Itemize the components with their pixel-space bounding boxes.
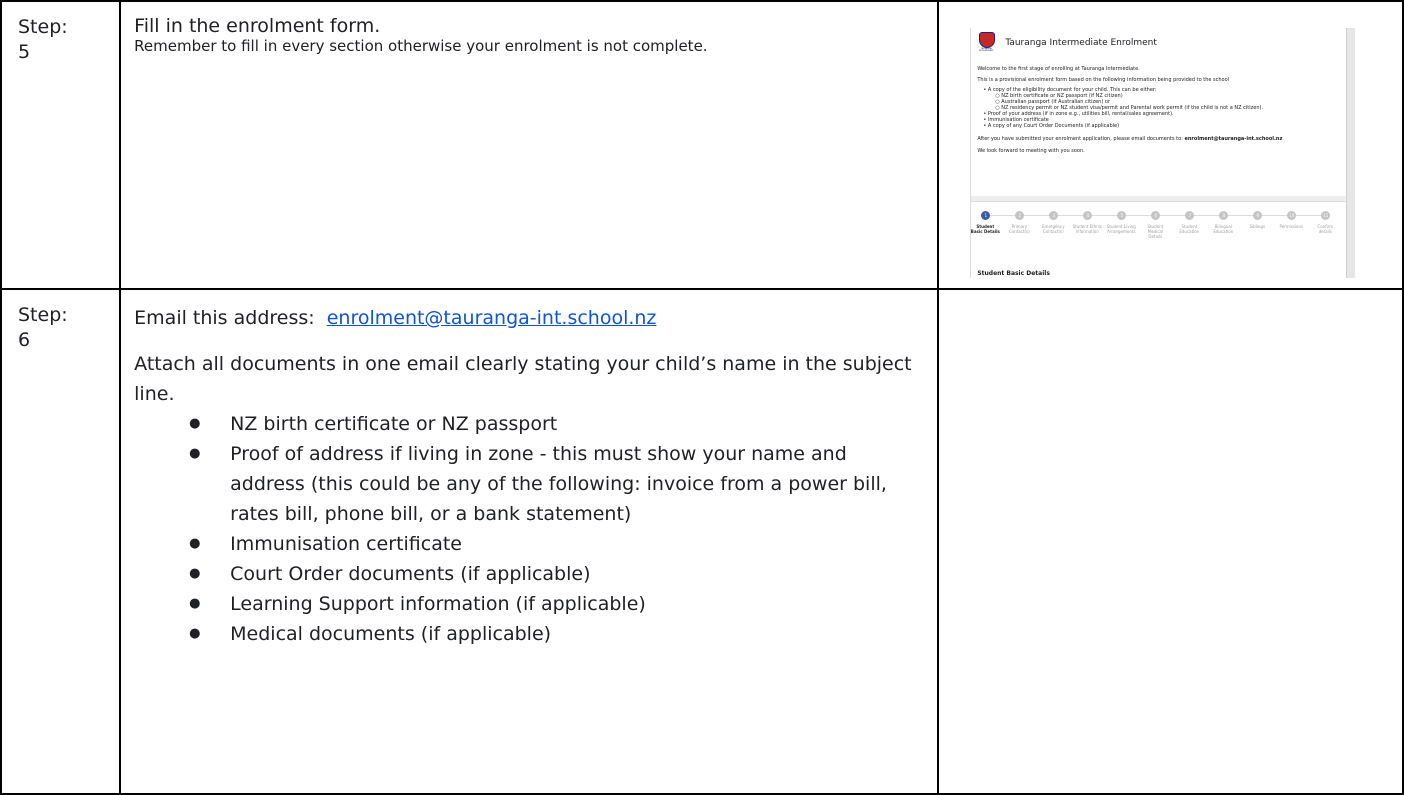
stepper-step-label[interactable]: Student Education: [1174, 224, 1204, 234]
intro-line: We look forward to meeting with you soon…: [977, 148, 1085, 154]
stepper-step-number[interactable]: 2: [1015, 211, 1025, 220]
stepper-step-number[interactable]: 3: [1049, 211, 1059, 220]
step-5-subtext: Remember to fill in every section otherw…: [134, 37, 708, 55]
stepper-step-number[interactable]: 1: [981, 211, 991, 220]
stepper-step-number[interactable]: 11: [1321, 211, 1331, 220]
stepper-step-label[interactable]: Siblings: [1242, 224, 1272, 229]
stepper-step-number[interactable]: 6: [1151, 211, 1161, 220]
stepper-step-number[interactable]: 4: [1083, 211, 1093, 220]
list-item: ● Learning Support information (if applic…: [134, 589, 927, 619]
stepper-step-label[interactable]: Student Ethnic Information: [1072, 224, 1103, 234]
list-item: ● Immunisation certificate: [134, 529, 927, 559]
bullet-icon: ●: [189, 416, 201, 431]
stepper-step-label[interactable]: Student Medical Details: [1140, 224, 1170, 239]
bullet-icon: ●: [189, 446, 201, 461]
instructions-table: Step: 5 Fill in the enrolment form. Reme…: [0, 0, 1404, 795]
section-title: Student Basic Details: [977, 270, 1050, 277]
stepper-step-label[interactable]: Emergency Contact(s): [1038, 224, 1068, 234]
list-item: ● Court Order documents (if applicable): [134, 559, 927, 589]
stepper-step-label[interactable]: Permissions: [1276, 224, 1306, 229]
intro-email: enrolment@tauranga-int.school.nz: [1184, 136, 1283, 142]
stepper-step-label[interactable]: Bilingual Education: [1208, 224, 1238, 234]
stepper-step-label[interactable]: Student Basic Details: [971, 224, 1000, 234]
intro-line: After you have submitted your enrolment …: [977, 136, 1282, 142]
step-5-label: Step: 5: [18, 16, 68, 63]
enrolment-form-screenshot: TAURANGA INTERMEDIATE Tauranga Intermedi…: [970, 28, 1356, 278]
list-item: ● Proof of address if living in zone - th…: [134, 439, 927, 529]
form-stepper-card: 1 Student Basic Details 2 Primary Contact(s…: [971, 201, 1348, 278]
list-item: ● Medical documents (if applicable): [134, 619, 927, 649]
stepper-step-label[interactable]: Primary Contact(s): [1004, 224, 1034, 234]
form-title: Tauranga Intermediate Enrolment: [1005, 38, 1157, 48]
step-6-empty-cell: [937, 288, 1404, 795]
step-6-label: Step: 6: [18, 304, 68, 351]
step-6-content-cell: Email this address: enrolment@tauranga-i…: [119, 288, 940, 795]
step-5-content-cell: Fill in the enrolment form. Remember to …: [119, 0, 940, 290]
step-6-row: Step: 6 Email this address: enrolment@ta…: [0, 288, 1404, 795]
email-instruction: Email this address: enrolment@tauranga-i…: [134, 303, 927, 333]
attach-instructions: Attach all documents in one email clearl…: [134, 353, 912, 405]
intro-line: Welcome to the first stage of enrolling …: [977, 66, 1140, 72]
step-6-label-cell: Step: 6: [0, 288, 122, 795]
stepper-step-number[interactable]: 5: [1117, 211, 1127, 220]
intro-line: • A copy of any Court Order Documents (i…: [983, 123, 1120, 129]
stepper-step-number[interactable]: 8: [1219, 211, 1229, 220]
stepper-step-label[interactable]: Confirm details: [1310, 224, 1340, 234]
intro-email-prefix: After you have submitted your enrolment …: [977, 136, 1183, 142]
stepper-step-number[interactable]: 9: [1253, 211, 1263, 220]
step-5-image-cell: TAURANGA INTERMEDIATE Tauranga Intermedi…: [937, 0, 1404, 290]
list-item: ● NZ birth certificate or NZ passport: [134, 409, 927, 439]
form-intro-card: TAURANGA INTERMEDIATE Tauranga Intermedi…: [971, 28, 1348, 197]
document-list: ● NZ birth certificate or NZ passport ● Pr…: [134, 409, 927, 649]
stepper-step-label[interactable]: Student Living Arrangements: [1106, 224, 1136, 234]
crest-caption: TAURANGA INTERMEDIATE: [978, 48, 994, 52]
step-5-label-cell: Step: 5: [0, 0, 122, 290]
stepper-step-number[interactable]: 10: [1287, 211, 1297, 220]
intro-line: This is a provisional enrolment form bas…: [977, 77, 1230, 83]
stepper-step-number[interactable]: 7: [1185, 211, 1195, 220]
bullet-icon: ●: [189, 596, 201, 611]
bullet-icon: ●: [189, 566, 201, 581]
screenshot-scrollbar: [1346, 28, 1356, 278]
email-link[interactable]: enrolment@tauranga-int.school.nz: [327, 307, 657, 329]
school-crest-icon: [979, 32, 996, 48]
bullet-icon: ●: [189, 536, 201, 551]
step-5-row: Step: 5 Fill in the enrolment form. Reme…: [0, 0, 1404, 290]
email-prefix: Email this address:: [134, 307, 315, 329]
bullet-icon: ●: [189, 626, 201, 641]
step-5-heading: Fill in the enrolment form.: [134, 15, 381, 37]
